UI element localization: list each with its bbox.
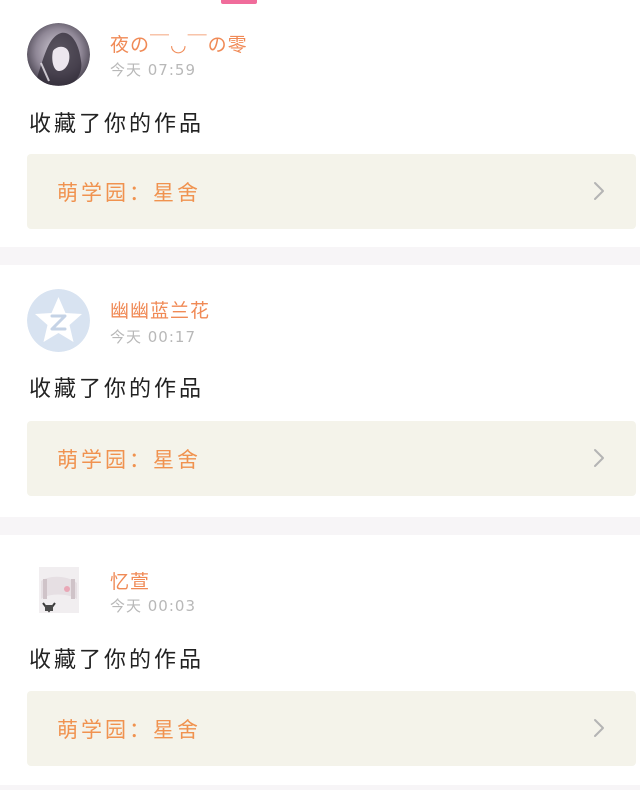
avatar[interactable] bbox=[27, 289, 90, 352]
avatar[interactable] bbox=[27, 559, 90, 622]
action-text: 收藏了你的作品 bbox=[29, 377, 205, 402]
feed-item: 夜の￣◡￣の零 今天 07:59 收藏了你的作品 萌学园：星舍 bbox=[0, 0, 640, 247]
timestamp: 今天 07:59 bbox=[110, 61, 196, 79]
chevron-right-icon bbox=[594, 719, 604, 737]
qzone-default-avatar-icon bbox=[27, 289, 90, 352]
source-label: 萌学园：星舍 bbox=[57, 447, 201, 472]
source-label: 萌学园：星舍 bbox=[57, 180, 201, 205]
profile-photo-icon bbox=[27, 23, 90, 86]
chevron-right-icon bbox=[594, 182, 604, 200]
notification-feed: 夜の￣◡￣の零 今天 07:59 收藏了你的作品 萌学园：星舍 幽幽蓝兰花 今天… bbox=[0, 0, 640, 785]
source-label: 萌学园：星舍 bbox=[57, 717, 201, 742]
username[interactable]: 忆萱 bbox=[110, 567, 150, 594]
avatar[interactable] bbox=[27, 23, 90, 86]
active-tab-indicator bbox=[221, 0, 257, 4]
action-text: 收藏了你的作品 bbox=[29, 112, 205, 137]
feed-item: 幽幽蓝兰花 今天 00:17 收藏了你的作品 萌学园：星舍 bbox=[0, 265, 640, 517]
action-text: 收藏了你的作品 bbox=[29, 648, 205, 673]
profile-photo-icon bbox=[27, 559, 90, 622]
source-link[interactable]: 萌学园：星舍 bbox=[27, 421, 636, 496]
timestamp: 今天 00:17 bbox=[110, 328, 196, 346]
chevron-right-icon bbox=[594, 449, 604, 467]
username[interactable]: 夜の￣◡￣の零 bbox=[110, 30, 248, 57]
source-link[interactable]: 萌学园：星舍 bbox=[27, 691, 636, 766]
username[interactable]: 幽幽蓝兰花 bbox=[110, 296, 210, 323]
source-link[interactable]: 萌学园：星舍 bbox=[27, 154, 636, 229]
feed-item: 忆萱 今天 00:03 收藏了你的作品 萌学园：星舍 bbox=[0, 535, 640, 785]
timestamp: 今天 00:03 bbox=[110, 597, 196, 615]
